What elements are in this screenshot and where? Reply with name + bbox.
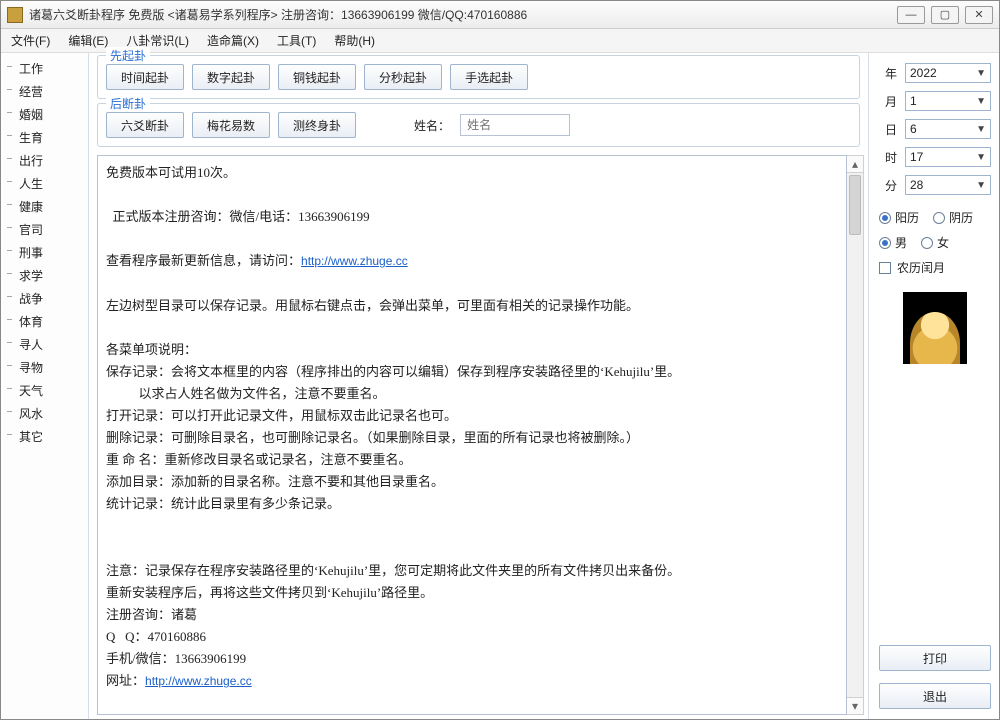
group-first-cast: 先起卦 时间起卦数字起卦铜钱起卦分秒起卦手选起卦	[97, 55, 860, 99]
name-label: 姓名：	[414, 117, 450, 134]
tree-item[interactable]: 经营	[1, 80, 88, 103]
sidebar-tree[interactable]: 工作经营婚姻生育出行人生健康官司刑事求学战争体育寻人寻物天气风水其它	[1, 53, 89, 719]
main-textarea[interactable]: 免费版本可试用10次。 正式版本注册咨询：微信/电话：13663906199 查…	[97, 155, 847, 715]
cast-button[interactable]: 六爻断卦	[106, 112, 184, 138]
close-button[interactable]: ✕	[965, 6, 993, 24]
radio-male[interactable]: 男	[879, 234, 907, 251]
tree-item[interactable]: 天气	[1, 379, 88, 402]
right-panel: 年2022▼ 月1▼ 日6▼ 时17▼ 分28▼ 阳历 阴历 男 女 农历闰月 …	[869, 53, 999, 719]
cast-button[interactable]: 手选起卦	[450, 64, 528, 90]
maximize-button[interactable]: ▢	[931, 6, 959, 24]
month-label: 月	[879, 93, 897, 110]
cast-button[interactable]: 分秒起卦	[364, 64, 442, 90]
tree-item[interactable]: 刑事	[1, 241, 88, 264]
cast-button[interactable]: 梅花易数	[192, 112, 270, 138]
tree-item[interactable]: 体育	[1, 310, 88, 333]
radio-female[interactable]: 女	[921, 234, 949, 251]
title-bar: 诸葛六爻断卦程序 免费版 <诸葛易学系列程序> 注册咨询：13663906199…	[1, 1, 999, 29]
tree-item[interactable]: 寻人	[1, 333, 88, 356]
tree-item[interactable]: 工作	[1, 57, 88, 80]
chevron-down-icon: ▼	[976, 96, 986, 107]
cast-button[interactable]: 时间起卦	[106, 64, 184, 90]
month-select[interactable]: 1▼	[905, 91, 991, 111]
scroll-thumb[interactable]	[849, 175, 861, 235]
checkbox-leap-month[interactable]	[879, 262, 891, 274]
menu-bar: 文件(F)编辑(E)八卦常识(L)造命篇(X)工具(T)帮助(H)	[1, 29, 999, 53]
app-icon	[7, 7, 23, 23]
menu-item[interactable]: 造命篇(X)	[207, 32, 259, 49]
chevron-down-icon: ▼	[976, 124, 986, 135]
tree-item[interactable]: 官司	[1, 218, 88, 241]
tree-item[interactable]: 婚姻	[1, 103, 88, 126]
day-select[interactable]: 6▼	[905, 119, 991, 139]
cast-button[interactable]: 数字起卦	[192, 64, 270, 90]
chevron-down-icon: ▼	[976, 68, 986, 79]
group-second-judge: 后断卦 六爻断卦梅花易数测终身卦 姓名：	[97, 103, 860, 147]
tree-item[interactable]: 其它	[1, 425, 88, 448]
deity-image	[903, 292, 967, 364]
link[interactable]: http://www.zhuge.cc	[301, 254, 408, 268]
window-title: 诸葛六爻断卦程序 免费版 <诸葛易学系列程序> 注册咨询：13663906199…	[29, 6, 527, 23]
tree-item[interactable]: 求学	[1, 264, 88, 287]
chevron-down-icon: ▼	[976, 152, 986, 163]
menu-item[interactable]: 编辑(E)	[68, 32, 108, 49]
tree-item[interactable]: 出行	[1, 149, 88, 172]
chevron-down-icon: ▼	[976, 180, 986, 191]
scroll-down-icon[interactable]: ▾	[847, 697, 863, 714]
minimize-button[interactable]: —	[897, 6, 925, 24]
tree-item[interactable]: 战争	[1, 287, 88, 310]
tree-item[interactable]: 人生	[1, 172, 88, 195]
tree-item[interactable]: 生育	[1, 126, 88, 149]
tree-item[interactable]: 寻物	[1, 356, 88, 379]
link[interactable]: http://www.zhuge.cc	[145, 674, 252, 688]
menu-item[interactable]: 帮助(H)	[334, 32, 375, 49]
exit-button[interactable]: 退出	[879, 683, 991, 709]
tree-item[interactable]: 风水	[1, 402, 88, 425]
tree-item[interactable]: 健康	[1, 195, 88, 218]
group-legend-first: 先起卦	[106, 47, 150, 64]
print-button[interactable]: 打印	[879, 645, 991, 671]
group-legend-second: 后断卦	[106, 95, 150, 112]
year-select[interactable]: 2022▼	[905, 63, 991, 83]
cast-button[interactable]: 铜钱起卦	[278, 64, 356, 90]
year-label: 年	[879, 65, 897, 82]
cast-button[interactable]: 测终身卦	[278, 112, 356, 138]
menu-item[interactable]: 工具(T)	[277, 32, 316, 49]
radio-lunar[interactable]: 阴历	[933, 209, 973, 226]
scroll-track[interactable]	[847, 173, 863, 697]
minute-select[interactable]: 28▼	[905, 175, 991, 195]
day-label: 日	[879, 121, 897, 138]
scroll-up-icon[interactable]: ▴	[847, 156, 863, 173]
minute-label: 分	[879, 177, 897, 194]
menu-item[interactable]: 文件(F)	[11, 32, 50, 49]
hour-select[interactable]: 17▼	[905, 147, 991, 167]
radio-solar[interactable]: 阳历	[879, 209, 919, 226]
hour-label: 时	[879, 149, 897, 166]
scrollbar-vertical[interactable]: ▴ ▾	[847, 155, 864, 715]
leap-label: 农历闰月	[897, 259, 945, 276]
name-input[interactable]	[460, 114, 570, 136]
